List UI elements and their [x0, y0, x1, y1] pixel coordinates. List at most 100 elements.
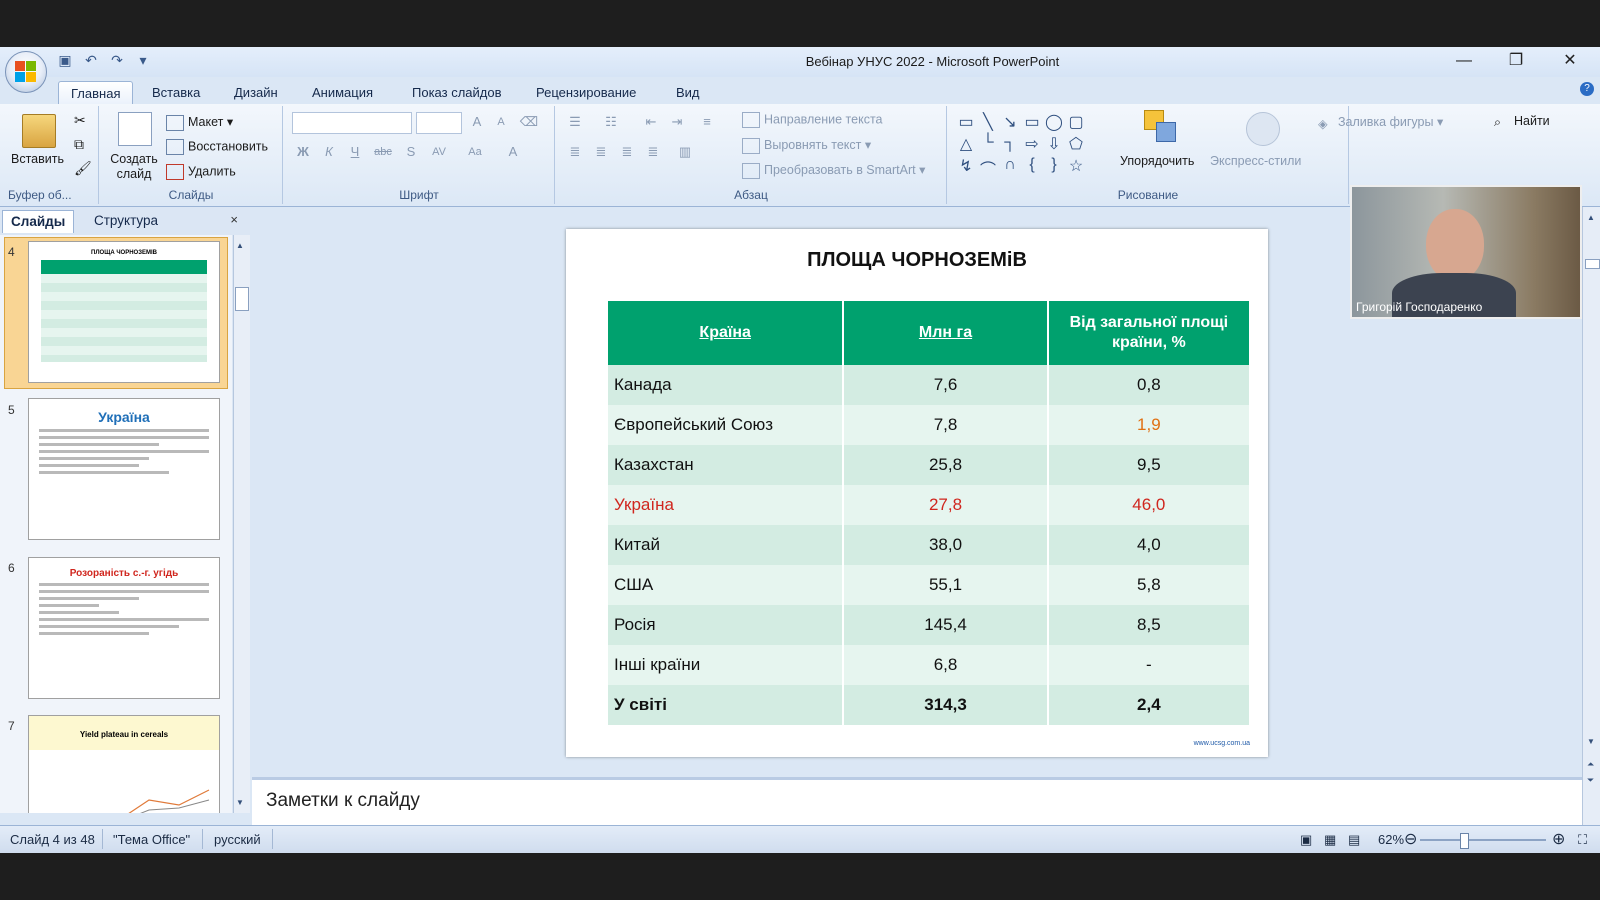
- elbow-connector-shape-icon[interactable]: └: [978, 134, 998, 152]
- scroll-thumb[interactable]: [1585, 259, 1600, 269]
- shape-fill-button[interactable]: ◈ Заливка фигуры ▾: [1318, 114, 1443, 131]
- previous-slide-icon[interactable]: ⏶: [1587, 759, 1594, 770]
- current-slide[interactable]: ПЛОЩА ЧОРНОЗЕМіВ Країна Млн га Від загал…: [566, 229, 1268, 757]
- fit-to-window-icon[interactable]: ⛶: [1578, 832, 1587, 848]
- tab-review[interactable]: Рецензирование: [524, 81, 648, 104]
- align-right-icon[interactable]: ≣: [616, 142, 638, 162]
- zoom-slider-thumb[interactable]: [1460, 833, 1469, 849]
- oval-shape-icon[interactable]: ◯: [1044, 112, 1064, 132]
- layout-button[interactable]: Макет ▾: [166, 114, 233, 131]
- quick-styles-button[interactable]: Экспресс-стили: [1210, 154, 1301, 168]
- thumbnails-scrollbar[interactable]: ▲ ▼: [233, 235, 250, 813]
- cell-million-ha: 27,8: [843, 485, 1049, 525]
- right-brace-shape-icon[interactable]: }: [1044, 156, 1064, 174]
- right-arrow-shape-icon[interactable]: ⇨: [1022, 134, 1042, 154]
- elbow-arrow-shape-icon[interactable]: ┐: [1000, 134, 1020, 152]
- align-left-icon[interactable]: ≣: [564, 142, 586, 162]
- zoom-slider[interactable]: [1420, 839, 1546, 841]
- thumbnail-slide-6[interactable]: Розораність с.-г. угідь: [28, 557, 220, 699]
- restore-button[interactable]: ❐: [1490, 47, 1542, 77]
- paste-button[interactable]: Вставить: [11, 152, 64, 166]
- pentagon-shape-icon[interactable]: ⬠: [1066, 134, 1086, 154]
- scroll-up-icon[interactable]: ▲: [1587, 213, 1595, 222]
- triangle-shape-icon[interactable]: △: [956, 134, 976, 154]
- sorter-view-icon[interactable]: ▦: [1324, 832, 1336, 848]
- thumbnail-slide-7[interactable]: Yield plateau in cereals: [28, 715, 220, 813]
- tab-slides[interactable]: Слайды: [2, 210, 75, 233]
- zoom-level[interactable]: 62%: [1378, 832, 1404, 847]
- cell-country: Інші країни: [608, 645, 845, 685]
- font-size-combo[interactable]: [416, 112, 462, 134]
- justify-icon[interactable]: ≣: [642, 142, 664, 162]
- textbox-shape-icon[interactable]: ▭: [956, 112, 976, 132]
- italic-icon[interactable]: К: [318, 142, 340, 162]
- shrink-font-icon[interactable]: A: [490, 112, 512, 132]
- scroll-down-icon[interactable]: ▼: [1587, 737, 1595, 746]
- editor-scrollbar[interactable]: ▲ ▼ ⏶ ⏷: [1582, 207, 1600, 839]
- curve-arrow-shape-icon[interactable]: ↯: [956, 156, 976, 176]
- zoom-in-icon[interactable]: ⊕: [1552, 829, 1565, 849]
- office-button[interactable]: [5, 51, 47, 93]
- cell-percent: 46,0: [1047, 485, 1252, 525]
- grow-font-icon[interactable]: A: [466, 112, 488, 132]
- minimize-button[interactable]: —: [1438, 47, 1490, 77]
- tab-insert[interactable]: Вставка: [140, 81, 212, 104]
- increase-indent-icon[interactable]: ⇥: [666, 112, 688, 132]
- smartart-button[interactable]: Преобразовать в SmartArt ▾: [742, 162, 925, 179]
- tab-slideshow[interactable]: Показ слайдов: [400, 81, 514, 104]
- down-arrow-shape-icon[interactable]: ⇩: [1044, 134, 1064, 154]
- cut-icon[interactable]: ✂: [74, 112, 86, 129]
- table-row: Інші країни 6,8 -: [608, 645, 1252, 685]
- columns-icon[interactable]: ▥: [674, 142, 696, 162]
- font-family-combo[interactable]: [292, 112, 412, 134]
- tab-design[interactable]: Дизайн: [222, 81, 290, 104]
- clear-format-icon[interactable]: ⌫: [518, 112, 540, 132]
- rectangle-shape-icon[interactable]: ▭: [1022, 112, 1042, 132]
- zoom-out-icon[interactable]: ⊖: [1404, 829, 1417, 849]
- bold-icon[interactable]: Ж: [292, 142, 314, 162]
- line-shape-icon[interactable]: ╲: [978, 112, 998, 132]
- thumbnail-slide-4[interactable]: ПЛОЩА ЧОРНОЗЕМІВ: [28, 241, 220, 383]
- rounded-rect-shape-icon[interactable]: ▢: [1066, 112, 1086, 132]
- underline-icon[interactable]: Ч: [344, 142, 366, 162]
- arc-shape-icon[interactable]: ∩: [1000, 156, 1020, 174]
- numbering-icon[interactable]: ☷: [600, 112, 622, 132]
- scroll-up-icon[interactable]: ▲: [236, 241, 244, 250]
- tab-outline[interactable]: Структура: [86, 210, 166, 232]
- shadow-icon[interactable]: S: [400, 142, 422, 162]
- tab-view[interactable]: Вид: [664, 81, 712, 104]
- new-slide-button[interactable]: Создать слайд: [108, 152, 160, 182]
- scroll-thumb[interactable]: [235, 287, 249, 311]
- thumbnail-slide-5[interactable]: Україна: [28, 398, 220, 540]
- reset-button[interactable]: Восстановить: [166, 139, 268, 155]
- align-center-icon[interactable]: ≣: [590, 142, 612, 162]
- align-text-button[interactable]: Выровнять текст ▾: [742, 137, 871, 154]
- arrow-line-shape-icon[interactable]: ↘: [1000, 112, 1020, 132]
- close-pane-icon[interactable]: ×: [230, 212, 238, 227]
- strikethrough-icon[interactable]: abc: [372, 142, 394, 162]
- format-painter-icon[interactable]: 🖌: [74, 160, 92, 177]
- left-brace-shape-icon[interactable]: {: [1022, 156, 1042, 174]
- tab-animation[interactable]: Анимация: [300, 81, 385, 104]
- tab-home[interactable]: Главная: [58, 81, 134, 105]
- find-button[interactable]: ⌕ Найти: [1494, 114, 1550, 129]
- decrease-indent-icon[interactable]: ⇤: [640, 112, 662, 132]
- shapes-gallery[interactable]: ▭ ╲ ↘ ▭ ◯ ▢ △ └ ┐ ⇨ ⇩ ⬠ ↯ ⌒ ∩ { } ☆: [956, 112, 1106, 180]
- close-button[interactable]: ✕: [1544, 47, 1596, 77]
- bullets-icon[interactable]: ☰: [564, 112, 586, 132]
- char-spacing-icon[interactable]: AV: [428, 142, 450, 162]
- arrange-button[interactable]: Упорядочить: [1120, 154, 1194, 168]
- scroll-down-icon[interactable]: ▼: [236, 798, 244, 807]
- copy-icon[interactable]: ⧉: [74, 136, 84, 153]
- help-icon[interactable]: ?: [1580, 82, 1594, 96]
- change-case-icon[interactable]: Aa: [464, 142, 486, 162]
- star-shape-icon[interactable]: ☆: [1066, 156, 1086, 176]
- curve-shape-icon[interactable]: ⌒: [978, 156, 998, 180]
- text-direction-button[interactable]: Направление текста: [742, 112, 883, 128]
- delete-slide-button[interactable]: Удалить: [166, 164, 236, 180]
- font-color-icon[interactable]: A: [502, 142, 524, 162]
- slideshow-view-icon[interactable]: ▤: [1348, 832, 1360, 848]
- line-spacing-icon[interactable]: ≡: [696, 112, 718, 132]
- normal-view-icon[interactable]: ▣: [1300, 832, 1312, 848]
- next-slide-icon[interactable]: ⏷: [1587, 775, 1594, 786]
